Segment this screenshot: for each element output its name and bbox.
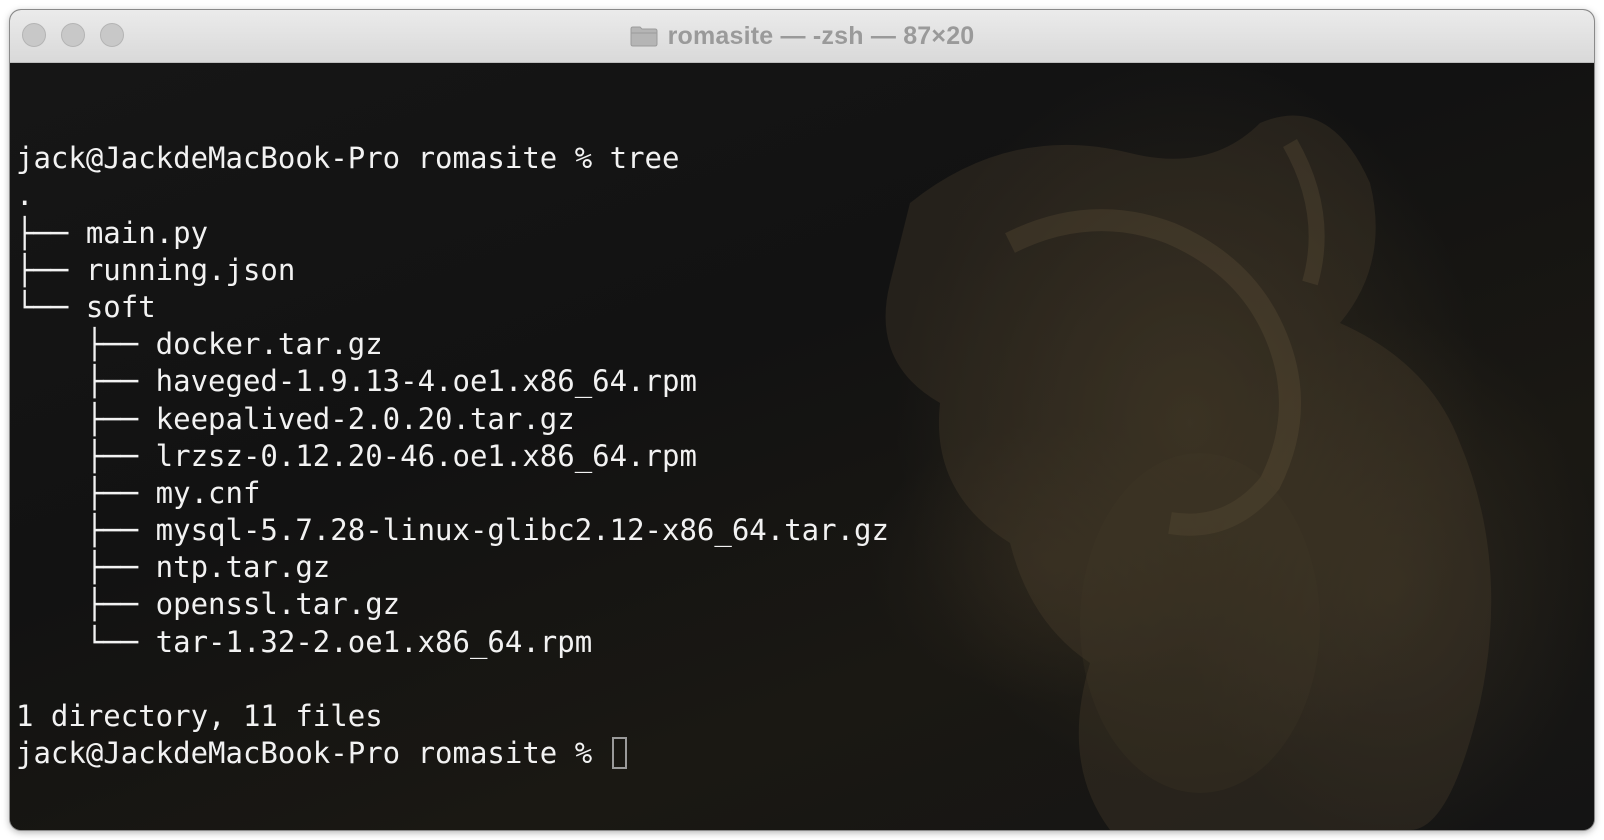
terminal-line: ├── main.py [16, 215, 209, 250]
terminal-line: ├── mysql-5.7.28-linux-glibc2.12-x86_64.… [16, 513, 889, 548]
shell-prompt: jack@JackdeMacBook-Pro romasite % [16, 736, 610, 771]
prompt-line[interactable]: jack@JackdeMacBook-Pro romasite % [16, 735, 889, 772]
terminal-line: 1 directory, 11 files [16, 699, 383, 733]
folder-icon [630, 25, 658, 47]
terminal-line: ├── ntp.tar.gz [16, 550, 331, 585]
terminal-output[interactable]: jack@JackdeMacBook-Pro romasite % tree. ├… [16, 103, 889, 772]
terminal-line: ├── haveged-1.9.13-4.oe1.x86_64.rpm [16, 364, 697, 399]
terminal-line: └── tar-1.32-2.oe1.x86_64.rpm [16, 624, 593, 659]
terminal-window: romasite — -zsh — 87×20 jack@JackdeMacBo… [10, 10, 1594, 830]
terminal-content[interactable]: jack@JackdeMacBook-Pro romasite % tree. ├… [10, 63, 1594, 830]
title-bar[interactable]: romasite — -zsh — 87×20 [10, 10, 1594, 63]
terminal-line: ├── my.cnf [16, 475, 261, 510]
terminal-line: jack@JackdeMacBook-Pro romasite % tree [16, 141, 680, 176]
terminal-line: ├── openssl.tar.gz [16, 587, 401, 622]
terminal-line: ├── lrzsz-0.12.20-46.oe1.x86_64.rpm [16, 438, 697, 473]
terminal-line: . [16, 178, 34, 213]
terminal-line: └── soft [16, 289, 156, 324]
terminal-line: ├── running.json [16, 252, 296, 287]
terminal-line: ├── keepalived-2.0.20.tar.gz [16, 401, 575, 436]
window-title: romasite — -zsh — 87×20 [667, 21, 975, 50]
terminal-line: ├── docker.tar.gz [16, 327, 383, 362]
text-cursor [611, 737, 627, 770]
window-title-group: romasite — -zsh — 87×20 [10, 10, 1594, 62]
